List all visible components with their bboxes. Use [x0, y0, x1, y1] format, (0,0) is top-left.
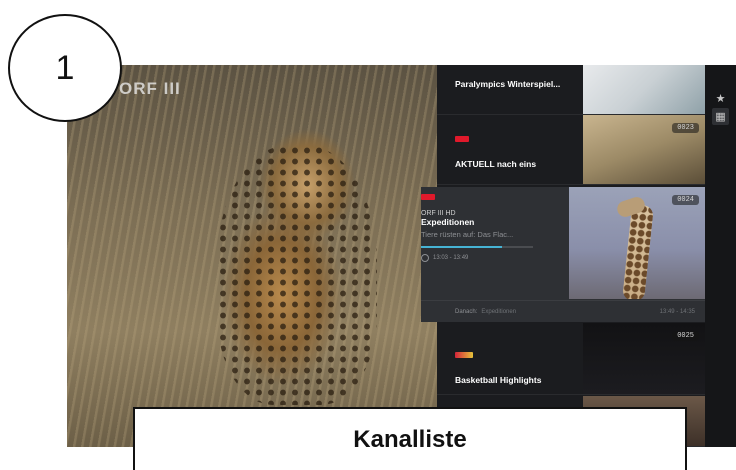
clock-icon [421, 254, 429, 262]
channel-watermark: ORF III [119, 79, 181, 98]
channel-row[interactable]: Paralympics Winterspiel... [437, 65, 705, 115]
program-thumbnail: 0023 [583, 115, 705, 184]
side-rail: ★ ▦ [705, 65, 736, 447]
program-thumbnail: 0024 [569, 187, 705, 299]
next-title: Expeditionen [481, 308, 517, 315]
next-label: Danach: [455, 308, 478, 315]
channel-list-icon[interactable]: ▦ [712, 108, 729, 125]
program-title: AKTUELL nach eins [455, 159, 537, 169]
next-program: Danach: Expeditionen 13:49 - 14:35 [421, 300, 705, 322]
giraffe-image [622, 204, 654, 299]
channel-number: 0025 [672, 331, 699, 341]
channel-row[interactable]: AKTUELL nach eins 0023 [437, 115, 705, 185]
channel-logo-icon [455, 136, 469, 142]
channel-list: Paralympics Winterspiel... AKTUELL nach … [421, 65, 705, 447]
progress-fill [421, 246, 502, 248]
channel-logo-icon [455, 352, 473, 358]
next-time: 13:49 - 14:35 [659, 308, 695, 315]
program-title: Expeditionen [421, 217, 475, 227]
progress-bar [421, 246, 533, 248]
program-thumbnail: 0025 [583, 323, 705, 394]
channel-name: ORF III HD [421, 210, 456, 217]
caption-box: Kanalliste [133, 407, 687, 470]
episode-title: Tiere rüsten auf: Das Flac... [421, 230, 514, 239]
step-number-badge: 1 [8, 14, 122, 122]
channel-row-selected[interactable]: ORF III HD Expeditionen Tiere rüsten auf… [421, 187, 705, 322]
channel-number: 0024 [672, 195, 699, 205]
cheetah-image [217, 145, 377, 405]
channel-row[interactable]: Basketball Highlights 0025 [437, 323, 705, 395]
program-title: Paralympics Winterspiel... [455, 79, 561, 89]
program-title: Basketball Highlights [455, 375, 542, 385]
program-time: 13:03 - 13:49 [433, 255, 469, 261]
caption-text: Kanalliste [353, 425, 467, 453]
favorite-star-icon[interactable]: ★ [712, 90, 729, 107]
program-thumbnail [583, 65, 705, 114]
step-number: 1 [55, 48, 75, 87]
live-video: ORF III [67, 65, 447, 447]
channel-logo-icon [421, 194, 435, 200]
channel-number: 0023 [672, 123, 699, 133]
tv-screen: ORF III Paralympics Winterspiel... AKTUE… [67, 65, 736, 447]
